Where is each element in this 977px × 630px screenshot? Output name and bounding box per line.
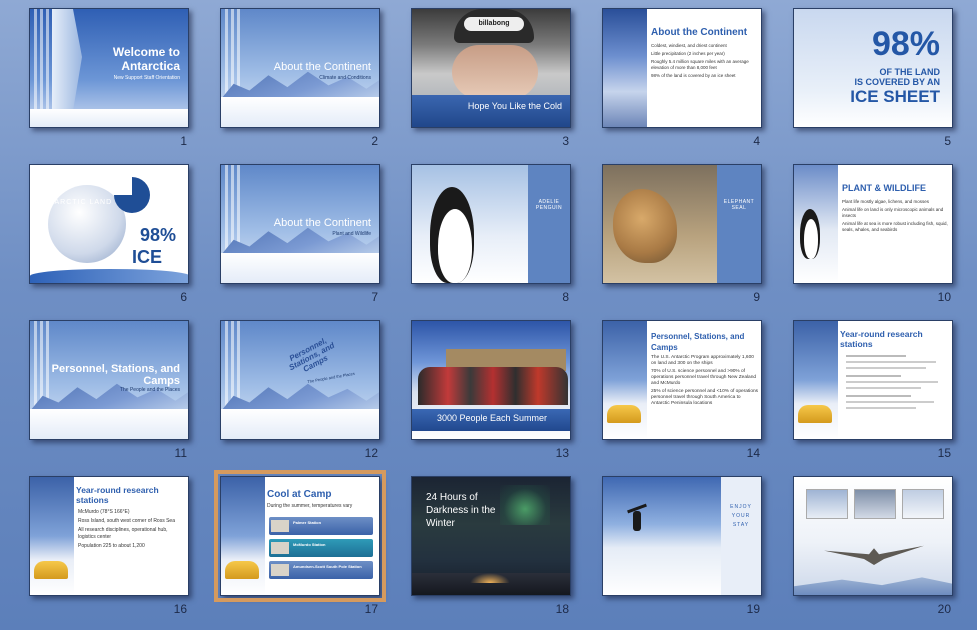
slide-thumbnail-15[interactable]: Year-round research stations 15 bbox=[793, 320, 953, 472]
photo-frame bbox=[902, 489, 944, 519]
stat-line: OF THE LAND bbox=[879, 67, 941, 77]
slide-number: 4 bbox=[753, 134, 760, 148]
slide-thumbnail-10[interactable]: PLANT & WILDLIFE Plant life mostly algae… bbox=[793, 164, 953, 316]
slide-title: Welcome to Antarctica bbox=[112, 45, 180, 73]
slide-thumbnail-4[interactable]: About the Continent Coldest, windiest, a… bbox=[602, 8, 762, 160]
slide-number: 16 bbox=[173, 602, 187, 616]
slide-number: 14 bbox=[746, 446, 760, 460]
seal-photo bbox=[613, 189, 677, 263]
slide-number: 8 bbox=[562, 290, 569, 304]
slide-title: 24 Hours of Darkness in the Winter bbox=[426, 492, 496, 529]
bullet-text: Coldest, windiest, and driest continent bbox=[651, 43, 727, 48]
slide-number: 13 bbox=[555, 446, 569, 460]
bullet-text: Plant life mostly algae, lichens, and mo… bbox=[842, 199, 930, 204]
slide-title: Hope You Like the Cold bbox=[467, 101, 562, 111]
bullet-text: Little precipitation (2 inches per year) bbox=[651, 51, 725, 56]
slide-number: 5 bbox=[944, 134, 951, 148]
bullet-text: 25% of science personnel and <10% of ope… bbox=[651, 389, 759, 406]
slide-title: Personnel, Stations, and Camps bbox=[651, 332, 745, 352]
slide-subtitle: New Support Staff Orientation bbox=[113, 75, 180, 81]
photo-frame bbox=[806, 489, 848, 519]
slide-thumbnail-18[interactable]: 24 Hours of Darkness in the Winter 18 bbox=[411, 476, 571, 628]
slide-number: 7 bbox=[371, 290, 378, 304]
bullet-text: Ross Island, south west corner of Ross S… bbox=[78, 518, 175, 524]
slide-thumbnail-8[interactable]: ADELIE PENGUIN 8 bbox=[411, 164, 571, 316]
slide-subtitle: Plant and Wildlife bbox=[332, 231, 371, 237]
stat-line: IS COVERED BY AN bbox=[854, 77, 940, 87]
slide-number: 6 bbox=[180, 290, 187, 304]
camp-row-label: Amundsen-Scott South Pole Station bbox=[293, 564, 362, 569]
slide-thumbnail-1[interactable]: Welcome to Antarctica New Support Staff … bbox=[29, 8, 189, 160]
slide-thumbnail-9[interactable]: ELEPHANT SEAL 9 bbox=[602, 164, 762, 316]
chart-label: ANTARCTIC LAND bbox=[38, 199, 113, 206]
slide-number: 17 bbox=[364, 602, 378, 616]
slide-number: 9 bbox=[753, 290, 760, 304]
slide-subtitle: The People and the Places bbox=[306, 370, 356, 385]
slide-number: 2 bbox=[371, 134, 378, 148]
slide-number: 1 bbox=[180, 134, 187, 148]
slide-thumbnail-16[interactable]: Year-round research stations McMurdo (78… bbox=[29, 476, 189, 628]
slide-thumbnail-19[interactable]: ENJOY YOUR STAY 19 bbox=[602, 476, 762, 628]
slide-title: 3000 People Each Summer bbox=[436, 413, 548, 423]
slide-thumbnail-13[interactable]: 3000 People Each Summer 13 bbox=[411, 320, 571, 472]
stat-line: ICE SHEET bbox=[850, 87, 940, 106]
slide-thumbnail-5[interactable]: 98% OF THE LAND IS COVERED BY AN ICE SHE… bbox=[793, 8, 953, 160]
slide-title: Personnel, Stations, and Camps bbox=[51, 363, 180, 387]
slide-thumbnail-20[interactable]: 20 bbox=[793, 476, 953, 628]
slide-title: Cool at Camp bbox=[267, 489, 332, 500]
camp-row-label: McMurdo Station bbox=[293, 542, 326, 547]
slide-subtitle: Climate and Conditions bbox=[319, 75, 371, 81]
hat-logo: billabong bbox=[464, 17, 524, 31]
photo-frame bbox=[854, 489, 896, 519]
slide-thumbnail-14[interactable]: Personnel, Stations, and Camps The U.S. … bbox=[602, 320, 762, 472]
slide-number: 3 bbox=[562, 134, 569, 148]
slide-subtitle: During the summer, temperatures vary bbox=[267, 503, 353, 509]
slide-number: 12 bbox=[364, 446, 378, 460]
slide-number: 15 bbox=[937, 446, 951, 460]
bullet-text: Population 225 to about 1,200 bbox=[78, 543, 145, 549]
bullet-text: McMurdo (78°S 166°E) bbox=[78, 509, 130, 515]
group-photo bbox=[418, 367, 568, 405]
big-stat: ICE bbox=[131, 247, 162, 267]
slide-thumbnail-6[interactable]: ANTARCTIC LAND 98% ICE 6 bbox=[29, 164, 189, 316]
slide-thumbnail-7[interactable]: About the Continent Plant and Wildlife 7 bbox=[220, 164, 380, 316]
slide-number: 20 bbox=[937, 602, 951, 616]
slide-number: 10 bbox=[937, 290, 951, 304]
big-stat: 98% bbox=[871, 25, 940, 63]
bullet-text: All research disciplines, operational hu… bbox=[78, 527, 168, 540]
slide-subtitle: The People and the Places bbox=[119, 387, 180, 393]
slide-thumbnail-11[interactable]: Personnel, Stations, and Camps The Peopl… bbox=[29, 320, 189, 472]
slide-title: ENJOY YOUR STAY bbox=[730, 504, 752, 528]
slide-title: About the Continent bbox=[651, 27, 748, 38]
slide-sorter-grid: Welcome to Antarctica New Support Staff … bbox=[0, 0, 977, 630]
camp-row-label: Palmer Station bbox=[293, 520, 322, 525]
slide-title: ADELIE PENGUIN bbox=[535, 199, 563, 211]
person-silhouette bbox=[633, 511, 641, 531]
slide-title: PLANT & WILDLIFE bbox=[842, 183, 926, 193]
slide-title: Year-round research stations bbox=[76, 485, 159, 505]
slide-number: 11 bbox=[174, 446, 187, 460]
bullet-text: 70% of U.S. science personnel and >90% o… bbox=[651, 369, 757, 386]
slide-thumbnail-3[interactable]: billabong Hope You Like the Cold 3 bbox=[411, 8, 571, 160]
slide-title: About the Continent bbox=[273, 61, 371, 73]
bullet-text: Animal life on land is only microscopic … bbox=[842, 207, 944, 218]
slide-title: ELEPHANT SEAL bbox=[723, 199, 755, 211]
bullet-text: 98% of the land is covered by an ice she… bbox=[651, 73, 736, 78]
slide-title: About the Continent bbox=[273, 217, 371, 229]
bullet-text: Animal life at sea is more robust includ… bbox=[842, 221, 948, 232]
slide-number: 19 bbox=[746, 602, 760, 616]
slide-thumbnail-2[interactable]: About the Continent Climate and Conditio… bbox=[220, 8, 380, 160]
bullet-text: Roughly 5.4 million square miles with an… bbox=[651, 59, 749, 70]
bullet-text: The U.S. Antarctic Program approximately… bbox=[651, 355, 754, 366]
slide-title: Year-round research stations bbox=[840, 329, 923, 349]
slide-thumbnail-17[interactable]: Cool at Camp During the summer, temperat… bbox=[214, 470, 386, 628]
bird-photo bbox=[824, 545, 924, 565]
slide-number: 18 bbox=[555, 602, 569, 616]
slide-thumbnail-12[interactable]: Personnel, Stations, and Camps The Peopl… bbox=[220, 320, 380, 472]
big-stat: 98% bbox=[139, 225, 176, 245]
